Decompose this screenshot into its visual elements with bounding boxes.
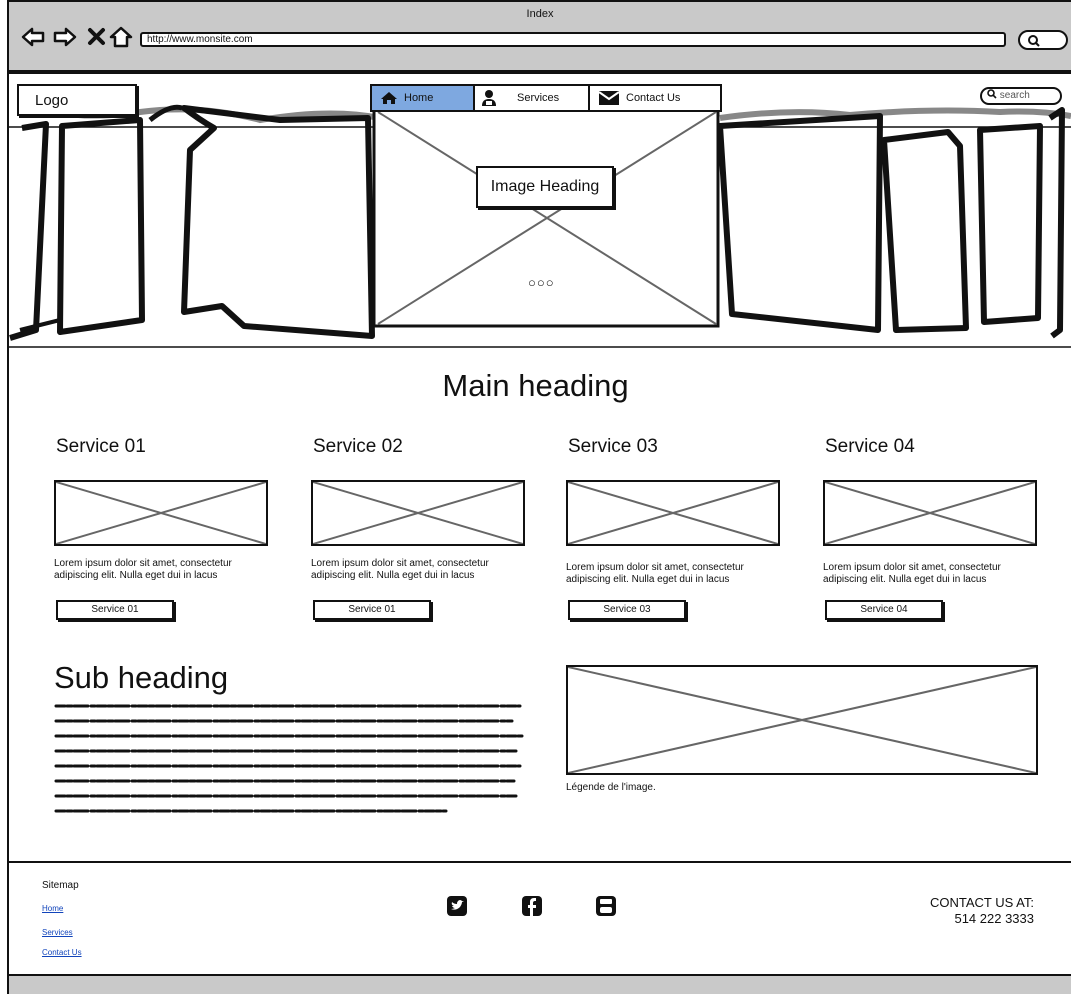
service-desc-line: Lorem ipsum dolor sit amet, consectetur: [566, 562, 744, 573]
service-image: [311, 480, 525, 546]
service-button[interactable]: Service 01: [313, 600, 431, 620]
feature-image: [566, 665, 1038, 775]
service-title: Service 01: [56, 436, 146, 457]
service-image: [566, 480, 780, 546]
nav-label-contact: Contact Us: [626, 92, 681, 104]
main-heading: Main heading: [442, 368, 629, 403]
main-nav: Home Services Contact Us: [370, 84, 722, 112]
service-card: Service 01 Lorem ipsum dolor sit amet, c…: [54, 436, 270, 620]
service-description: Lorem ipsum dolor sit amet, consectetur …: [54, 558, 274, 582]
service-description: Lorem ipsum dolor sit amet, consectetur …: [823, 562, 1043, 586]
search-input[interactable]: search: [980, 87, 1062, 105]
service-desc-line: Lorem ipsum dolor sit amet, consectetur: [54, 558, 232, 569]
service-button[interactable]: Service 01: [56, 600, 174, 620]
footer-divider: [9, 861, 1071, 863]
service-desc-line: adipiscing elit. Nulla eget dui in lacus: [311, 570, 475, 581]
nav-item-home[interactable]: Home: [372, 86, 475, 110]
browser-status-bar: [7, 974, 1071, 994]
service-card: Service 02 Lorem ipsum dolor sit amet, c…: [311, 436, 527, 620]
service-title: Service 03: [568, 436, 658, 457]
footer-link-contact[interactable]: Contact Us: [42, 948, 82, 957]
service-description: Lorem ipsum dolor sit amet, consectetur …: [311, 558, 531, 582]
service-image: [823, 480, 1037, 546]
home-icon: [381, 92, 397, 104]
footer-link-home[interactable]: Home: [42, 904, 63, 913]
search-placeholder: search: [999, 90, 1030, 101]
nav-label-services: Services: [517, 92, 560, 104]
sub-heading: Sub heading: [54, 660, 229, 695]
service-desc-line: Lorem ipsum dolor sit amet, consectetur: [311, 558, 489, 569]
nav-item-contact[interactable]: Contact Us: [590, 86, 720, 110]
nav-item-services[interactable]: Services: [475, 86, 590, 110]
facebook-icon[interactable]: [522, 896, 542, 916]
service-button[interactable]: Service 04: [825, 600, 943, 620]
service-button[interactable]: Service 03: [568, 600, 686, 620]
service-desc-line: adipiscing elit. Nulla eget dui in lacus: [566, 574, 730, 585]
placeholder-text-block: [54, 704, 524, 813]
logo[interactable]: Logo: [17, 84, 137, 116]
service-card: Service 04 Lorem ipsum dolor sit amet, c…: [823, 436, 1039, 620]
youtube-icon[interactable]: [596, 896, 616, 916]
search-icon: [987, 89, 997, 99]
nav-label-home: Home: [404, 92, 434, 104]
contact-label: CONTACT US AT:: [929, 895, 1034, 910]
service-desc-line: adipiscing elit. Nulla eget dui in lacus: [54, 570, 218, 581]
image-caption: Légende de l'image.: [566, 782, 656, 793]
contact-phone: 514 222 3333: [954, 911, 1034, 926]
service-desc-line: adipiscing elit. Nulla eget dui in lacus: [823, 574, 987, 585]
carousel-dots[interactable]: ○○○: [528, 275, 555, 290]
footer-contact: CONTACT US AT: 514 222 3333: [860, 895, 1034, 927]
envelope-icon: [598, 91, 620, 105]
image-heading: Image Heading: [476, 166, 614, 208]
service-card: Service 03 Lorem ipsum dolor sit amet, c…: [566, 436, 782, 620]
service-image: [54, 480, 268, 546]
service-title: Service 04: [825, 436, 915, 457]
service-description: Lorem ipsum dolor sit amet, consectetur …: [566, 562, 786, 586]
footer-link-services[interactable]: Services: [42, 928, 73, 937]
service-desc-line: Lorem ipsum dolor sit amet, consectetur: [823, 562, 1001, 573]
sitemap-label: Sitemap: [42, 880, 79, 891]
service-title: Service 02: [313, 436, 403, 457]
twitter-icon[interactable]: [447, 896, 467, 916]
user-icon: [482, 90, 496, 106]
